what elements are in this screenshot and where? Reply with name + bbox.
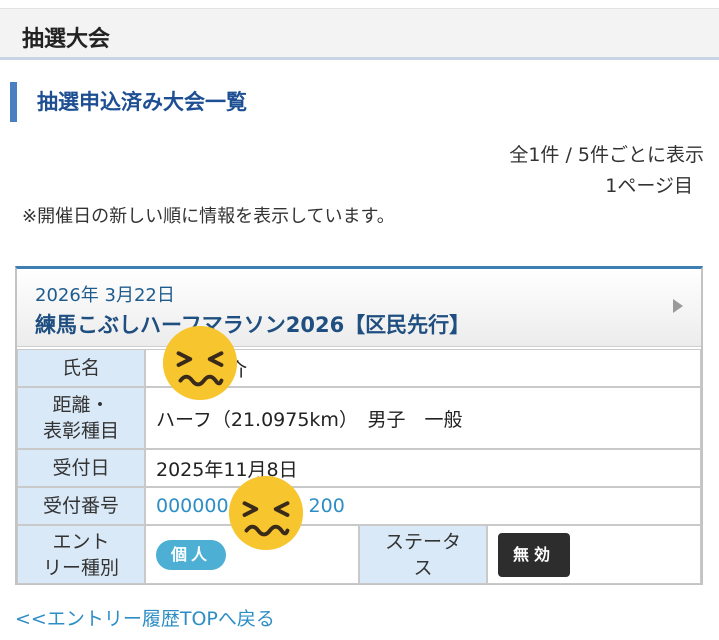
page-title: 抽選大会 bbox=[22, 27, 111, 52]
entry-type-label-line1: エント bbox=[52, 530, 110, 553]
result-count: 全1件 / 5件ごとに表示 bbox=[509, 144, 704, 166]
received-date-label: 受付日 bbox=[17, 449, 145, 487]
page-indicator: 1ページ目 bbox=[605, 175, 693, 197]
receipt-number-label-text: 受付番号 bbox=[42, 495, 119, 517]
section-title: 抽選申込済み大会一覧 bbox=[10, 82, 510, 122]
status-label-line2: ス bbox=[413, 556, 433, 579]
distance-label: 距離・ 表彰種目 bbox=[17, 387, 145, 449]
name-label: 氏名 bbox=[17, 349, 145, 387]
entry-type-label: エント リー種別 bbox=[17, 525, 145, 584]
page-header: 抽選大会 bbox=[0, 8, 719, 60]
entry-type-badge: 個人 bbox=[156, 539, 226, 570]
receipt-number-head[interactable]: 000000 bbox=[156, 495, 229, 517]
entry-type-label-line2: リー種別 bbox=[42, 556, 119, 579]
status-label: ステータ ス bbox=[359, 525, 487, 584]
event-date: 2026年 3月22日 bbox=[35, 285, 175, 306]
received-date-label-text: 受付日 bbox=[52, 457, 110, 479]
status-badge: 無効 bbox=[498, 532, 570, 577]
distance-value-text: ハーフ（21.0975km） 男子 一般 bbox=[156, 408, 463, 431]
sort-note: ※開催日の新しい順に情報を表示しています。 bbox=[22, 206, 395, 227]
chevron-right-icon bbox=[673, 299, 683, 313]
event-title: 練馬こぶしハーフマラソン2026【区民先行】 bbox=[35, 313, 471, 337]
status-label-line1: ステータ bbox=[384, 530, 461, 553]
event-card-header[interactable]: 2026年 3月22日 練馬こぶしハーフマラソン2026【区民先行】 bbox=[17, 269, 701, 347]
status-value: 無効 bbox=[487, 525, 701, 584]
redaction-emoji-icon bbox=[228, 475, 304, 551]
name-label-text: 氏名 bbox=[61, 357, 100, 379]
back-to-entry-history-link[interactable]: <<エントリー履歴TOPへ戻る bbox=[15, 604, 275, 631]
distance-label-line2: 表彰種目 bbox=[42, 420, 119, 442]
redaction-emoji-icon bbox=[162, 325, 238, 401]
distance-label-line1: 距離・ bbox=[52, 394, 110, 416]
receipt-number-label: 受付番号 bbox=[17, 487, 145, 525]
event-card: 2026年 3月22日 練馬こぶしハーフマラソン2026【区民先行】 氏名 介 … bbox=[15, 266, 703, 585]
